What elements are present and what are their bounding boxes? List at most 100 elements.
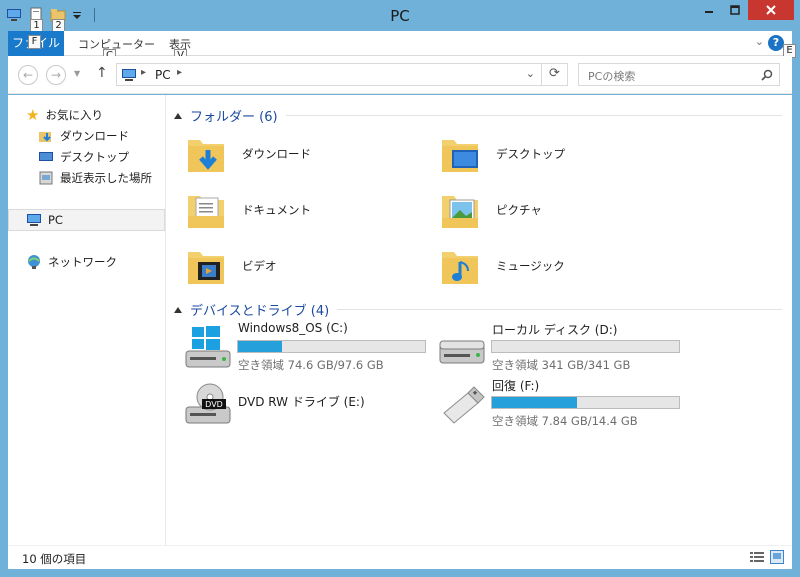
nav-item-downloads-label: ダウンロード [60,129,129,143]
svg-text:DVD: DVD [205,400,223,409]
address-row: ← → ▼ ↑ ▸ PC ▸ ⌄ ⟳ PCの検索 [8,56,792,94]
nav-item-downloads[interactable]: ダウンロード [38,126,129,146]
group-header-folders[interactable]: フォルダー (6) [174,105,782,125]
music-folder-icon [442,252,478,284]
tab-computer[interactable]: コンピューター [78,36,155,52]
explorer-content: ★ お気に入り ダウンロード デスクトップ 最近表示した場所 PC ネットワーク… [8,95,792,545]
folder-item-documents[interactable]: ドキュメント [184,184,414,236]
keytip-file: F [28,35,41,49]
windows-drive-icon [185,326,231,368]
refresh-button[interactable]: ⟳ [542,63,568,86]
window-title: PC [390,7,410,25]
maximize-button[interactable] [722,0,748,20]
folder-item-videos[interactable]: ビデオ [184,240,414,292]
folder-item-music[interactable]: ミュージック [438,240,668,292]
large-icons-view-icon[interactable] [770,550,784,564]
search-placeholder: PCの検索 [588,70,636,83]
drive-space-c: 空き領域 74.6 GB/97.6 GB [238,358,384,372]
folder-item-desktop[interactable]: デスクトップ [438,128,668,180]
breadcrumb-separator: ▸ [141,67,147,78]
up-arrow-icon[interactable]: ↑ [96,65,108,81]
nav-pc-label: PC [48,213,63,227]
maximize-icon [730,5,740,15]
ribbon-tabs: ファイル F コンピューター C 表示 V ⌄ ? E [8,31,796,63]
group-divider [337,308,782,310]
help-icon[interactable]: ? [768,35,784,51]
forward-button[interactable]: → [46,65,66,85]
collapse-triangle-icon [174,112,182,119]
group-title-folders: フォルダー (6) [190,109,278,125]
folder-label-desktop: デスクトップ [496,147,565,161]
address-bar[interactable]: ▸ PC ▸ ⌄ [116,63,542,86]
nav-pc[interactable]: PC [26,210,63,230]
drive-item-f[interactable]: 回復 (F:) 空き領域 7.84 GB/14.4 GB [438,375,688,431]
nav-network[interactable]: ネットワーク [26,252,117,272]
drive-usage-bar-c [237,340,426,353]
drive-item-e[interactable]: DVD DVD RW ドライブ (E:) [184,377,434,433]
star-icon: ★ [26,106,40,124]
recent-places-icon [39,171,53,185]
explorer-window: 1 2 PC ファイル F コンピューター [0,0,800,577]
nav-item-desktop[interactable]: デスクトップ [38,147,129,167]
drive-usage-bar-f [491,396,680,409]
address-dropdown-icon[interactable]: ⌄ [526,67,535,80]
group-divider [285,114,782,116]
drive-item-d[interactable]: ローカル ディスク (D:) 空き領域 341 GB/341 GB [438,319,688,375]
search-icon[interactable] [761,69,773,81]
folder-item-downloads[interactable]: ダウンロード [184,128,414,180]
minimize-button[interactable] [696,0,722,20]
desktop-icon [39,152,53,161]
drive-usage-bar-d [491,340,680,353]
pictures-folder-icon [442,196,478,228]
window-controls [696,0,794,20]
title-bar: 1 2 PC [0,0,800,33]
documents-folder-icon [188,196,224,228]
group-header-drives[interactable]: デバイスとドライブ (4) [174,299,782,319]
folder-label-downloads: ダウンロード [242,147,311,161]
drive-usage-fill-c [238,341,283,352]
item-count: 10 個の項目 [22,552,87,566]
drive-usage-fill-f [492,397,578,408]
minimize-icon [705,11,713,13]
search-box[interactable]: PCの検索 [578,63,780,86]
nav-item-desktop-label: デスクトップ [60,150,129,164]
recent-locations-icon[interactable]: ▼ [74,69,80,78]
drive-name-f: 回復 (F:) [492,379,540,393]
nav-item-recent[interactable]: 最近表示した場所 [38,168,152,188]
items-view: フォルダー (6) ダウンロード デスクトップ ドキュメント ピクチャ ビデオ … [168,95,792,545]
close-icon [766,5,776,15]
desktop-folder-icon [442,140,478,172]
nav-network-label: ネットワーク [48,255,117,269]
nav-favorites[interactable]: ★ お気に入り [26,105,103,125]
drive-space-f: 空き領域 7.84 GB/14.4 GB [492,414,638,428]
drive-space-d: 空き領域 341 GB/341 GB [492,358,631,372]
downloads-folder-icon [39,132,51,142]
drive-name-e: DVD RW ドライブ (E:) [238,395,365,409]
folder-label-documents: ドキュメント [242,203,311,217]
breadcrumb-pc[interactable]: PC [155,68,171,82]
downloads-folder-icon [188,140,224,172]
nav-favorites-label: お気に入り [45,108,103,122]
folder-label-videos: ビデオ [242,259,277,273]
breadcrumb-chevron[interactable]: ▸ [177,67,182,78]
folder-label-pictures: ピクチャ [496,203,542,217]
drive-name-c: Windows8_OS (C:) [238,321,348,335]
back-button[interactable]: ← [18,65,38,85]
details-view-icon[interactable] [750,551,764,563]
group-title-drives: デバイスとドライブ (4) [190,303,330,319]
pc-icon [122,69,136,81]
network-icon [28,255,40,269]
close-button[interactable] [748,0,794,20]
usb-drive-icon [443,386,485,424]
drive-item-c[interactable]: Windows8_OS (C:) 空き領域 74.6 GB/97.6 GB [184,319,434,375]
folder-label-music: ミュージック [496,259,565,273]
drive-name-d: ローカル ディスク (D:) [492,323,618,337]
folder-item-pictures[interactable]: ピクチャ [438,184,668,236]
navigation-pane: ★ お気に入り ダウンロード デスクトップ 最近表示した場所 PC ネットワーク [8,95,166,545]
collapse-triangle-icon [174,306,182,313]
expand-ribbon-icon[interactable]: ⌄ [755,35,764,48]
pc-icon [27,214,41,226]
nav-item-recent-label: 最近表示した場所 [60,171,152,185]
dvd-drive-icon: DVD [185,383,231,424]
videos-folder-icon [188,252,224,284]
